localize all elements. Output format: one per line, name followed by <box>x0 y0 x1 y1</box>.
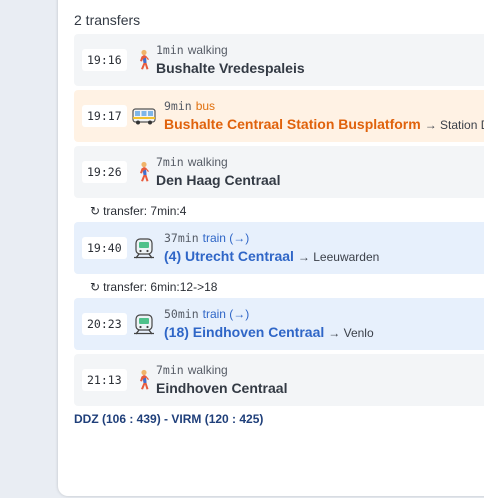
stop-name: (4) Utrecht Centraal → Leeuwarden <box>164 248 380 264</box>
walking-person-icon <box>140 49 149 70</box>
departure-time: 19:40 <box>82 237 127 259</box>
stop-name: (18) Eindhoven Centraal → Venlo <box>164 324 374 340</box>
stop-name: Bushalte Centraal Station Busplatform → S… <box>164 116 484 132</box>
transfer-loop-icon: ↻ <box>90 204 101 218</box>
transfers-heading: 2 transfers <box>74 12 141 28</box>
transfer-info: ↻ transfer: 6min:12->18 <box>90 280 218 294</box>
departure-time: 20:23 <box>82 313 127 335</box>
departure-time: 21:13 <box>82 369 127 391</box>
leg-train-2[interactable]: 20:23 50min train (→) (18) Eindhoven Cent… <box>74 298 484 350</box>
direction: → Venlo <box>328 326 374 340</box>
stop-name: Den Haag Centraal <box>156 172 281 188</box>
leg-bus[interactable]: 19:17 9min bus Bushalte Centraal Station … <box>74 90 484 142</box>
train-icon <box>134 314 154 335</box>
rolling-stock-info: DDZ (106 : 439) - VIRM (120 : 425) <box>74 412 264 426</box>
leg-duration: 37min train (→) <box>164 231 250 245</box>
leg-train-1[interactable]: 19:40 37min train (→) (4) Utrecht Centraa… <box>74 222 484 274</box>
train-icon <box>134 238 154 259</box>
leg-walk-1[interactable]: 19:16 1min walking Bushalte Vredespaleis <box>74 34 484 86</box>
leg-duration: 9min bus <box>164 99 216 113</box>
leg-walk-2[interactable]: 19:26 7min walking Den Haag Centraal <box>74 146 484 198</box>
departure-time: 19:17 <box>82 105 127 127</box>
direction: → Station DI <box>424 118 484 132</box>
bus-icon <box>132 108 156 125</box>
transfer-loop-icon: ↻ <box>90 280 101 294</box>
stop-name: Eindhoven Centraal <box>156 380 288 396</box>
leg-walk-3[interactable]: 21:13 7min walking Eindhoven Centraal <box>74 354 484 406</box>
walking-person-icon <box>140 369 149 390</box>
direction: → Leeuwarden <box>297 250 380 264</box>
leg-duration: 7min walking <box>156 363 228 377</box>
leg-duration: 1min walking <box>156 43 228 57</box>
departure-time: 19:16 <box>82 49 127 71</box>
leg-duration: 50min train (→) <box>164 307 250 321</box>
walking-person-icon <box>140 161 149 182</box>
departure-time: 19:26 <box>82 161 127 183</box>
transfer-info: ↻ transfer: 7min:4 <box>90 204 187 218</box>
leg-duration: 7min walking <box>156 155 228 169</box>
journey-details-panel: 2 transfers 19:16 1min walking Bushalte V… <box>58 0 484 496</box>
stop-name: Bushalte Vredespaleis <box>156 60 305 76</box>
